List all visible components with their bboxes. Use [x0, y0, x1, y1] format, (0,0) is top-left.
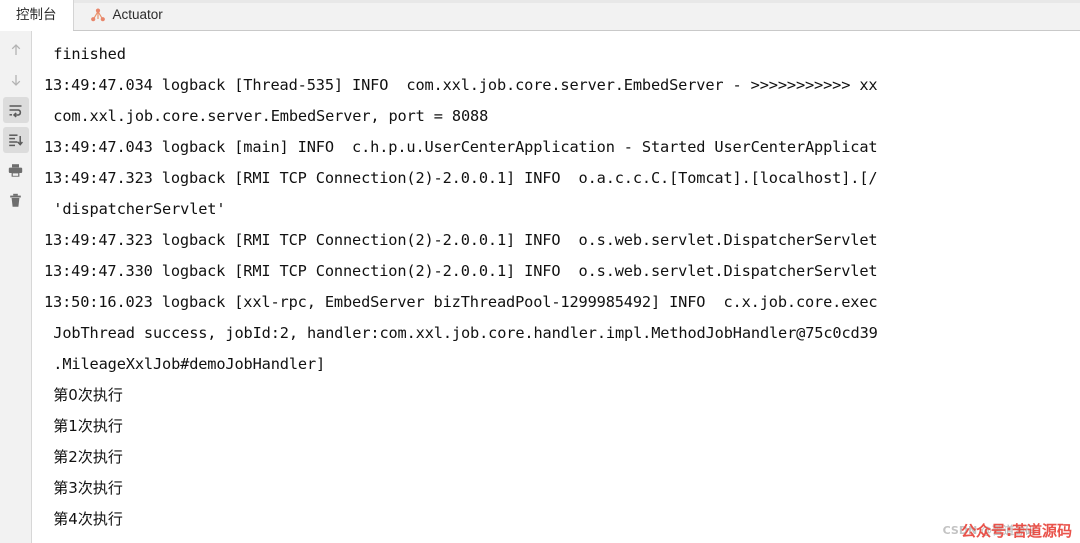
console-line: 第1次执行 [53, 417, 123, 435]
soft-wrap-icon [7, 102, 24, 119]
clear-all-button[interactable] [3, 187, 29, 213]
scroll-down-button[interactable] [3, 67, 29, 93]
console-line: .MileageXxlJob#demoJobHandler] [53, 355, 326, 373]
console-line: JobThread success, jobId:2, handler:com.… [53, 324, 878, 342]
trash-icon [7, 192, 24, 209]
console-side-toolbar [0, 31, 32, 543]
tab-console-label: 控制台 [16, 7, 57, 23]
console-line: 13:49:47.323 logback [RMI TCP Connection… [44, 231, 878, 249]
print-button[interactable] [3, 157, 29, 183]
console-line: 第3次执行 [53, 479, 123, 497]
tab-console[interactable]: 控制台 [0, 0, 74, 31]
tab-actuator[interactable]: Actuator [74, 0, 179, 30]
console-line: com.xxl.job.core.server.EmbedServer, por… [53, 107, 489, 125]
console-line: 第0次执行 [53, 386, 123, 404]
console-line: 13:49:47.034 logback [Thread-535] INFO c… [44, 76, 878, 94]
console-body: finished 13:49:47.034 logback [Thread-53… [0, 31, 1080, 543]
ide-console-window: 控制台 Actuator finished 13:49:47.034 logba… [0, 0, 1080, 543]
console-line: 13:49:47.323 logback [RMI TCP Connection… [44, 169, 878, 187]
console-line: 'dispatcherServlet' [53, 200, 226, 218]
arrow-up-icon [8, 42, 24, 58]
tab-bar: 控制台 Actuator [0, 0, 1080, 31]
publisher-watermark: 公众号:苦道源码 [961, 522, 1072, 540]
console-output[interactable]: finished 13:49:47.034 logback [Thread-53… [32, 31, 1080, 543]
tab-actuator-label: Actuator [112, 7, 163, 23]
scroll-up-button[interactable] [3, 37, 29, 63]
console-line: 13:49:47.043 logback [main] INFO c.h.p.u… [44, 138, 878, 156]
printer-icon [7, 162, 24, 179]
console-line: 第4次执行 [53, 510, 123, 528]
scroll-to-end-button[interactable] [2, 127, 29, 153]
actuator-graph-icon [90, 7, 106, 23]
console-line: 13:50:16.023 logback [xxl-rpc, EmbedServ… [44, 293, 878, 311]
console-line: 第2次执行 [53, 448, 123, 466]
scroll-to-end-icon [7, 132, 24, 149]
arrow-down-icon [8, 72, 24, 88]
soft-wrap-button[interactable] [2, 97, 29, 123]
console-line: 13:49:47.330 logback [RMI TCP Connection… [44, 262, 878, 280]
console-line: finished [53, 45, 126, 63]
